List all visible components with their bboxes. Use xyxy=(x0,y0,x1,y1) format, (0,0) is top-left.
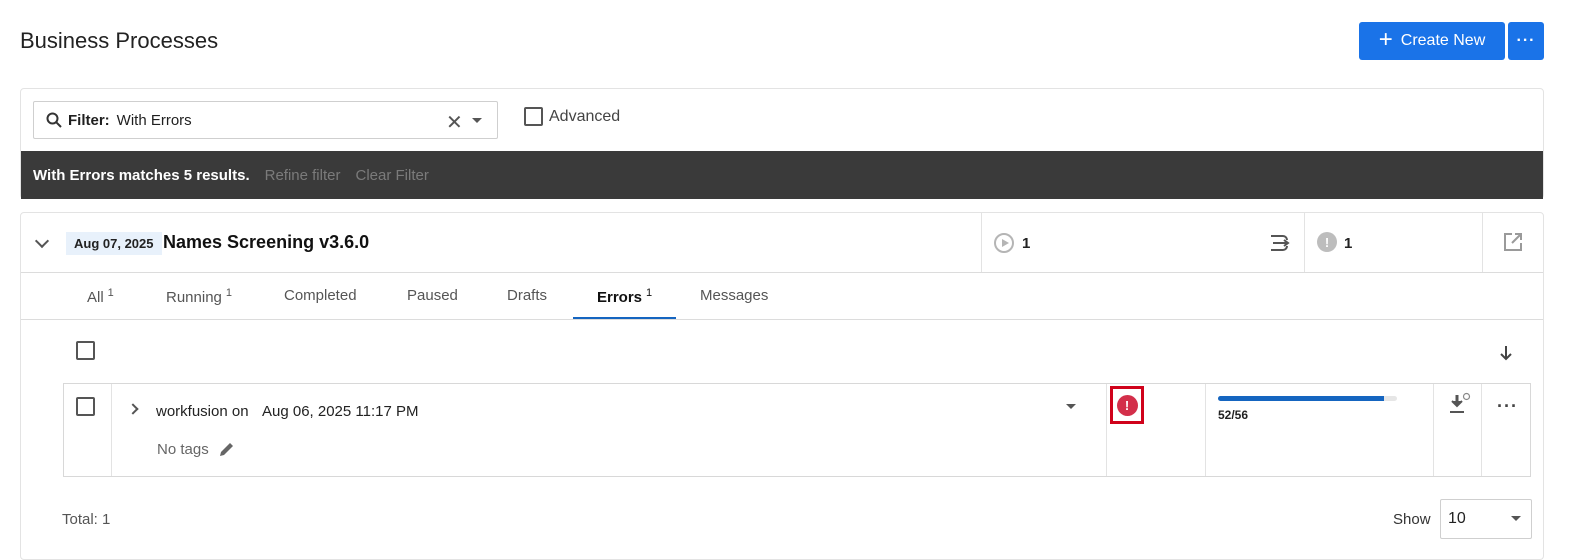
divider xyxy=(1304,213,1305,272)
tab-running[interactable]: Running 1 xyxy=(166,287,232,306)
tab-paused[interactable]: Paused xyxy=(407,287,458,304)
results-message: With Errors matches 5 results. xyxy=(33,166,250,184)
advanced-checkbox[interactable] xyxy=(524,107,543,126)
play-icon xyxy=(994,233,1014,253)
error-icon: ! xyxy=(1116,394,1138,416)
select-all-checkbox[interactable] xyxy=(76,341,95,360)
divider xyxy=(21,272,1543,273)
divider xyxy=(981,213,982,272)
chevron-down-icon[interactable] xyxy=(472,118,482,123)
divider xyxy=(1205,384,1206,476)
running-count: 1 xyxy=(1022,235,1031,252)
error-status-button[interactable]: ! xyxy=(1110,386,1144,424)
refine-filter-link[interactable]: Refine filter xyxy=(265,167,341,184)
run-date: Aug 06, 2025 11:17 PM xyxy=(262,403,419,420)
error-count: 1 xyxy=(1344,235,1353,252)
process-date-badge: Aug 07, 2025 xyxy=(66,232,162,255)
warning-icon: ! xyxy=(1317,232,1337,252)
filter-value: With Errors xyxy=(116,111,192,129)
row-checkbox[interactable] xyxy=(76,397,95,416)
sort-arrow-icon[interactable] xyxy=(1498,344,1514,362)
chevron-down-icon[interactable] xyxy=(1066,404,1076,409)
pencil-icon[interactable] xyxy=(218,440,236,458)
clear-filter-icon[interactable]: ✕ xyxy=(446,110,463,135)
divider xyxy=(1481,384,1482,476)
active-tab-indicator xyxy=(573,317,676,319)
tab-all[interactable]: All 1 xyxy=(87,287,114,306)
flow-icon[interactable] xyxy=(1269,233,1291,253)
tab-messages[interactable]: Messages xyxy=(700,287,768,304)
tab-errors[interactable]: Errors 1 xyxy=(597,287,652,306)
divider xyxy=(21,319,1543,320)
row-more-icon[interactable]: ··· xyxy=(1497,396,1518,417)
divider xyxy=(1433,384,1434,476)
divider xyxy=(111,384,112,476)
page-size-select[interactable]: 10 xyxy=(1440,499,1532,539)
tags-text: No tags xyxy=(157,441,209,458)
show-label: Show xyxy=(1393,511,1431,528)
run-user: workfusion on xyxy=(156,403,249,420)
page-title: Business Processes xyxy=(20,28,219,53)
tab-drafts[interactable]: Drafts xyxy=(507,287,547,304)
divider xyxy=(1482,213,1483,272)
download-refresh-icon[interactable] xyxy=(1448,392,1472,416)
more-actions-button[interactable]: ··· xyxy=(1508,22,1544,60)
create-new-label: Create New xyxy=(1400,32,1486,49)
page-size-value: 10 xyxy=(1448,510,1466,527)
filter-input[interactable]: Filter: With Errors ✕ xyxy=(33,101,498,139)
plus-icon: + xyxy=(1378,25,1393,53)
progress-fill xyxy=(1218,396,1385,401)
chevron-down-icon xyxy=(1511,516,1521,521)
create-new-button[interactable]: + Create New xyxy=(1359,22,1505,60)
clear-filter-link[interactable]: Clear Filter xyxy=(355,167,428,184)
progress-label: 52/56 xyxy=(1218,408,1249,422)
progress-bar xyxy=(1218,396,1397,401)
process-title[interactable]: Names Screening v3.6.0 xyxy=(163,232,369,253)
search-icon xyxy=(46,112,62,128)
advanced-label: Advanced xyxy=(549,108,621,125)
filter-label: Filter: xyxy=(68,111,110,129)
divider xyxy=(1106,384,1107,476)
filter-results-bar: With Errors matches 5 results. Refine fi… xyxy=(21,151,1543,199)
tab-completed[interactable]: Completed xyxy=(284,287,357,304)
open-external-icon[interactable] xyxy=(1503,232,1523,252)
total-count: Total: 1 xyxy=(62,511,111,528)
